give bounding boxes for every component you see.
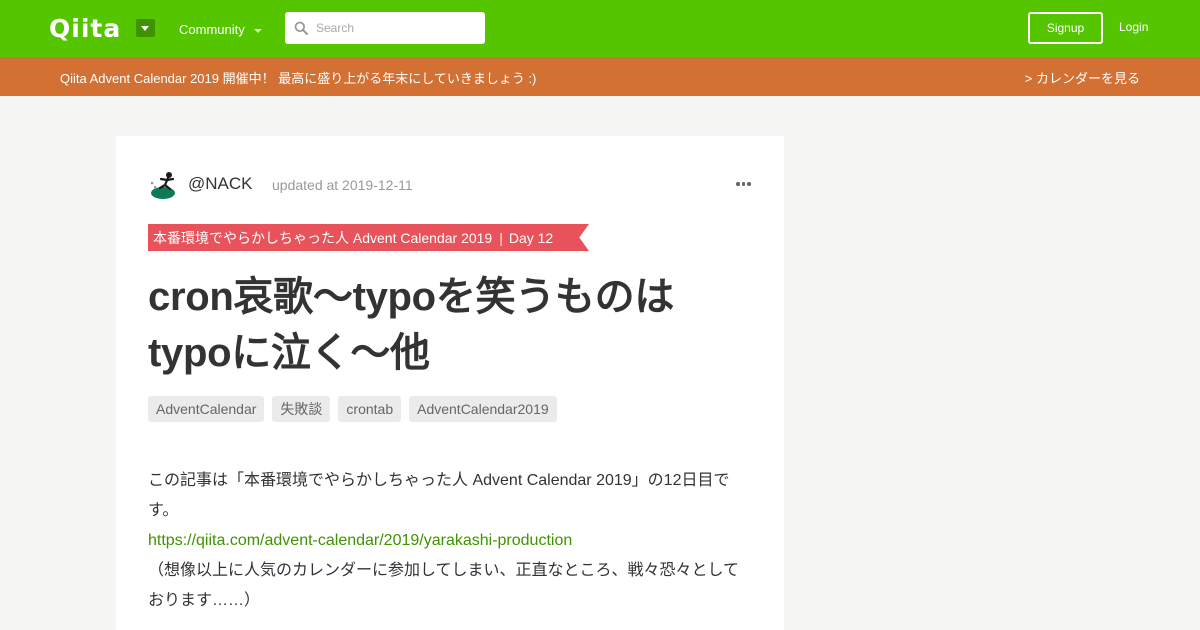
title-line-1: cron哀歌～typoを笑うものは (148, 275, 675, 319)
avatar[interactable] (148, 168, 180, 200)
tag-item[interactable]: 失敗談 (272, 396, 331, 422)
signup-button[interactable]: Signup (1028, 12, 1103, 44)
calendar-link[interactable]: > カレンダーを見る (1025, 68, 1140, 87)
title-line-2: typoに泣く～他 (148, 331, 430, 375)
login-link[interactable]: Login (1119, 20, 1148, 34)
tag-item[interactable]: crontab (338, 396, 402, 422)
more-options-icon[interactable] (736, 182, 751, 186)
chevron-down-icon (253, 28, 262, 33)
qiita-logo[interactable]: Qiita (49, 14, 121, 43)
calendar-name: 本番環境でやらかしちゃった人 Advent Calendar 2019 (153, 229, 493, 246)
top-navbar: Qiita Community Signup Login (0, 0, 1200, 57)
body-line-3: （想像以上に人気のカレンダーに参加してしまい、正直なところ、戦々恐々として (148, 562, 740, 579)
article-body: この記事は「本番環境でやらかしちゃった人 Advent Calendar 201… (148, 466, 748, 616)
calendar-url-link[interactable]: https://qiita.com/advent-calendar/2019/y… (148, 526, 748, 556)
advent-calendar-banner: Qiita Advent Calendar 2019 開催中！ 最高に盛り上がる… (0, 57, 1200, 96)
article-title: cron哀歌～typoを笑うものは typoに泣く～他 (148, 269, 748, 381)
logo-dropdown-button[interactable] (136, 19, 155, 37)
calendar-day: Day 12 (508, 229, 554, 246)
banner-text: Qiita Advent Calendar 2019 開催中！ 最高に盛り上がる… (60, 71, 537, 86)
tag-item[interactable]: AdventCalendar2019 (409, 396, 557, 422)
tag-list: AdventCalendar 失敗談 crontab AdventCalenda… (148, 396, 557, 422)
tag-item[interactable]: AdventCalendar (148, 396, 265, 422)
advent-calendar-ribbon[interactable]: 本番環境でやらかしちゃった人 Advent Calendar 2019 | Da… (148, 224, 589, 251)
body-line-4: おります……） (148, 592, 261, 609)
community-menu[interactable]: Community (179, 22, 262, 37)
author-username[interactable]: @NACK (188, 174, 253, 194)
article-card: @NACK updated at 2019-12-11 本番環境でやらかしちゃっ… (116, 136, 784, 630)
updated-date: updated at 2019-12-11 (272, 177, 413, 193)
community-label: Community (179, 22, 245, 37)
body-line-2: す。 (148, 502, 179, 519)
search-box[interactable] (285, 12, 485, 44)
body-line-1: この記事は「本番環境でやらかしちゃった人 Advent Calendar 201… (148, 472, 730, 489)
search-input[interactable] (316, 12, 476, 44)
search-icon (294, 21, 308, 35)
